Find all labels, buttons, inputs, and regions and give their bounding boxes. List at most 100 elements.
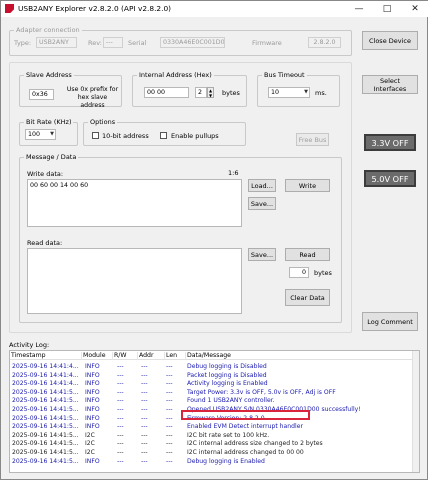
log-module: INFO: [85, 388, 100, 396]
save-read-data-button[interactable]: Save...: [248, 248, 276, 261]
log-rw: ---: [117, 449, 124, 456]
log-timestamp: 2025-09-16 14:41:5...: [12, 449, 79, 456]
write-button[interactable]: Write: [285, 179, 330, 192]
log-comment-button[interactable]: Log Comment: [362, 312, 418, 331]
log-message: Activity logging is Enabled: [187, 380, 268, 388]
log-rw: ---: [117, 406, 124, 413]
log-row[interactable]: 2025-09-16 14:41:5... INFO --- --- --- Enable…: [10, 423, 414, 431]
log-rw: ---: [117, 457, 124, 465]
log-len: ---: [166, 414, 173, 422]
log-timestamp: 2025-09-16 14:41:5...: [12, 431, 79, 439]
slave-address-input[interactable]: 0x36: [29, 89, 54, 100]
write-data-ratio: 1:6: [228, 169, 239, 177]
log-module: I2C: [85, 449, 95, 456]
slave-address-hint: Use 0x prefix for hex slave address: [66, 86, 119, 109]
column-header-len[interactable]: Len: [164, 352, 177, 360]
log-rw: ---: [117, 397, 124, 405]
minimize-button[interactable]: —: [345, 1, 373, 17]
log-rw: ---: [117, 431, 124, 439]
log-module: INFO: [85, 457, 100, 465]
log-rw: ---: [117, 380, 124, 388]
rev-field: ---: [103, 37, 123, 48]
log-len: ---: [166, 406, 173, 413]
ti-logo-icon: [5, 4, 14, 13]
address-bytes-spinner[interactable]: ▲ ▼: [207, 87, 214, 98]
save-write-data-button[interactable]: Save...: [248, 197, 276, 210]
internal-address-input[interactable]: 00 00: [144, 87, 189, 98]
bit-rate-legend: Bit Rate (KHz): [24, 118, 74, 126]
address-bytes-input[interactable]: 2: [195, 87, 207, 98]
log-row[interactable]: 2025-09-16 14:41:5... INFO --- --- --- Target…: [10, 389, 414, 397]
maximize-button[interactable]: □: [373, 1, 401, 17]
firmware-version-highlight: [181, 410, 310, 420]
column-header-rw[interactable]: R/W: [112, 352, 127, 360]
log-addr: ---: [141, 457, 148, 465]
log-rw: ---: [117, 363, 124, 370]
log-message: I2C internal address size changed to 2 b…: [187, 440, 323, 448]
firmware-label: Firmware: [252, 39, 282, 47]
log-row[interactable]: 2025-09-16 14:41:5... INFO --- --- --- Found …: [10, 397, 414, 405]
bus-timeout-select[interactable]: 10 ▼: [268, 87, 310, 98]
log-len: ---: [166, 380, 173, 388]
column-header-addr[interactable]: Addr: [137, 352, 154, 360]
read-bytes-input[interactable]: 0: [289, 267, 309, 278]
activity-log-scrollbar[interactable]: [412, 351, 419, 472]
clear-data-button[interactable]: Clear Data: [285, 289, 330, 306]
power-3v3-toggle[interactable]: 3.3V OFF: [364, 134, 416, 151]
log-row[interactable]: 2025-09-16 14:41:4... INFO --- --- --- Packet…: [10, 372, 414, 380]
column-header-data-message[interactable]: Data/Message: [185, 352, 231, 360]
column-header-timestamp[interactable]: Timestamp: [10, 352, 46, 360]
address-bytes-label: bytes: [222, 89, 240, 97]
write-data-textarea[interactable]: 00 60 00 14 00 60: [27, 179, 242, 227]
log-message: Enabled EVM Detect interrupt handler: [187, 423, 303, 431]
read-bytes-label: bytes: [314, 269, 332, 277]
bit-rate-value: 100: [28, 131, 41, 138]
log-row[interactable]: 2025-09-16 14:41:5... INFO --- --- --- Debug …: [10, 458, 414, 466]
rev-label: Rev:: [88, 39, 102, 47]
log-message: I2C internal address changed to 00 00: [187, 449, 304, 456]
activity-log-label: Activity Log:: [9, 341, 50, 349]
log-len: ---: [166, 449, 173, 456]
close-device-button[interactable]: Close Device: [362, 31, 418, 50]
log-rw: ---: [117, 440, 124, 448]
firmware-field: 2.8.2.0: [308, 37, 341, 48]
log-timestamp: 2025-09-16 14:41:5...: [12, 423, 79, 431]
ten-bit-address-checkbox[interactable]: [92, 132, 99, 139]
free-bus-button[interactable]: Free Bus: [296, 133, 329, 146]
enable-pullups-checkbox[interactable]: [160, 132, 167, 139]
log-row[interactable]: 2025-09-16 14:41:5... I2C --- --- --- I2C bit…: [10, 432, 414, 440]
close-window-button[interactable]: ✕: [401, 1, 428, 17]
log-row[interactable]: 2025-09-16 14:41:4... INFO --- --- --- Activi…: [10, 380, 414, 388]
window-title: USB2ANY Explorer v2.8.2.0 (API v2.8.2.0): [18, 4, 172, 13]
slave-address-legend: Slave Address: [24, 71, 74, 79]
bus-timeout-unit: ms.: [315, 89, 327, 97]
log-timestamp: 2025-09-16 14:41:4...: [12, 380, 79, 388]
type-label: Type:: [14, 39, 32, 47]
title-bar: USB2ANY Explorer v2.8.2.0 (API v2.8.2.0)…: [1, 1, 428, 17]
log-addr: ---: [141, 380, 148, 388]
internal-address-legend: Internal Address (Hex): [137, 71, 214, 79]
log-module: I2C: [85, 431, 95, 439]
read-data-textarea[interactable]: [27, 248, 242, 314]
log-addr: ---: [141, 431, 148, 439]
ten-bit-address-label: 10-bit address: [102, 132, 149, 140]
log-rw: ---: [117, 414, 124, 422]
write-data-label: Write data:: [27, 170, 64, 178]
power-5v-toggle[interactable]: 5.0V OFF: [364, 170, 416, 187]
select-interfaces-button[interactable]: Select Interfaces: [362, 75, 418, 94]
log-row[interactable]: 2025-09-16 14:41:5... I2C --- --- --- I2C int…: [10, 440, 414, 448]
log-row[interactable]: 2025-09-16 14:41:5... I2C --- --- --- I2C int…: [10, 449, 414, 457]
message-data-legend: Message / Data: [24, 153, 79, 161]
log-row[interactable]: 2025-09-16 14:41:4... INFO --- --- --- Debug …: [10, 363, 414, 371]
log-module: INFO: [85, 423, 100, 431]
column-header-module[interactable]: Module: [81, 352, 106, 360]
chevron-down-icon: ▼: [304, 89, 308, 95]
load-button[interactable]: Load...: [248, 179, 276, 192]
log-module: INFO: [85, 414, 100, 422]
log-timestamp: 2025-09-16 14:41:5...: [12, 414, 79, 422]
enable-pullups-label: Enable pullups: [171, 132, 219, 140]
log-module: I2C: [85, 440, 95, 448]
bit-rate-select[interactable]: 100 ▼: [25, 129, 56, 140]
read-button[interactable]: Read: [285, 248, 330, 261]
log-addr: ---: [141, 449, 148, 456]
